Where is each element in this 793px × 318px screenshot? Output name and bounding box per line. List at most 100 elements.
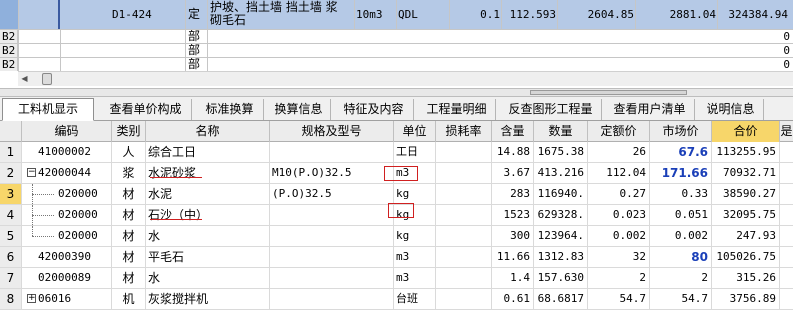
cell-total[interactable]: 38590.27 (712, 184, 780, 204)
sub-row[interactable]: B2 部 0 (0, 29, 793, 43)
cell-category[interactable]: 材 (112, 184, 146, 204)
header-content[interactable]: 含量 (492, 121, 534, 142)
cell-quantity[interactable]: 123964. (534, 226, 588, 246)
header-flag[interactable]: 是 (780, 121, 793, 142)
tab-graphic-quantity[interactable]: 反查图形工程量 (500, 99, 602, 120)
header-category[interactable]: 类别 (112, 121, 146, 142)
cell-name[interactable]: 水 (146, 268, 270, 288)
cell-unit[interactable]: 台班 (394, 289, 436, 309)
cell-quota-price[interactable]: 26 (588, 142, 650, 162)
header-quota-price[interactable]: 定额价 (588, 121, 650, 142)
cell-content[interactable]: 300 (492, 226, 534, 246)
cell-loss-rate[interactable] (436, 163, 492, 183)
cell-name[interactable]: 水 (146, 226, 270, 246)
cell-spec[interactable]: (P.O)32.5 (270, 184, 394, 204)
cell-quota-price[interactable]: 0.002 (588, 226, 650, 246)
cell-quantity[interactable]: 1312.83 (534, 247, 588, 267)
cell-market-price[interactable]: 0.051 (650, 205, 712, 225)
cell-content[interactable]: 1.4 (492, 268, 534, 288)
cell-spec[interactable]: M10(P.O)32.5 (270, 163, 394, 183)
table-row[interactable]: 3 020000 材水泥 (P.O)32.5 kg 283 116940. 0.27 0.33 3… (0, 184, 793, 205)
header-name[interactable]: 名称 (146, 121, 270, 142)
cell-quota-price[interactable]: 32 (588, 247, 650, 267)
header-total[interactable]: 合价 (712, 121, 780, 142)
cell-name[interactable]: 水泥 (146, 184, 270, 204)
cell-category[interactable]: 人 (112, 142, 146, 162)
cell-code[interactable]: 02000089 (22, 268, 112, 288)
cell-loss-rate[interactable] (436, 289, 492, 309)
scroll-left-icon[interactable]: ◀ (18, 72, 31, 86)
sub-row[interactable]: B2 部 0 (0, 57, 793, 71)
cell-unit[interactable]: kg (394, 226, 436, 246)
cell-loss-rate[interactable] (436, 184, 492, 204)
cell-total[interactable]: 70932.71 (712, 163, 780, 183)
cell-spec[interactable] (270, 205, 394, 225)
cell-total[interactable]: 315.26 (712, 268, 780, 288)
tab-user-list[interactable]: 查看用户清单 (605, 99, 695, 120)
table-row[interactable]: 1 41000002 人综合工日 工日 14.88 1675.38 26 67.6 113255… (0, 142, 793, 163)
tab-quantity-details[interactable]: 工程量明细 (418, 99, 496, 120)
cell-category[interactable]: 材 (112, 226, 146, 246)
cell-total[interactable]: 3756.89 (712, 289, 780, 309)
cell-loss-rate[interactable] (436, 142, 492, 162)
cell-quota-price[interactable]: 54.7 (588, 289, 650, 309)
cell-name[interactable]: 灰浆搅拌机 (146, 289, 270, 309)
cell-total[interactable]: 105026.75 (712, 247, 780, 267)
cell-quantity[interactable]: 157.630 (534, 268, 588, 288)
cell-loss-rate[interactable] (436, 205, 492, 225)
cell-name[interactable]: 石沙（中） (146, 205, 270, 225)
header-quantity[interactable]: 数量 (534, 121, 588, 142)
cell-quota-price[interactable]: 0.023 (588, 205, 650, 225)
cell-loss-rate[interactable] (436, 247, 492, 267)
scroll-thumb[interactable] (42, 73, 52, 85)
cell-quantity[interactable]: 629328. (534, 205, 588, 225)
cell-content[interactable]: 14.88 (492, 142, 534, 162)
cell-category[interactable]: 浆 (112, 163, 146, 183)
cell-name[interactable]: 水泥砂浆 (146, 163, 270, 183)
cell-unit[interactable]: 工日 (394, 142, 436, 162)
cell-quantity[interactable]: 413.216 (534, 163, 588, 183)
cell-total[interactable]: 247.93 (712, 226, 780, 246)
cell-category[interactable]: 机 (112, 289, 146, 309)
cell-market-price[interactable]: 0.33 (650, 184, 712, 204)
cell-market-price[interactable]: 54.7 (650, 289, 712, 309)
cell-name[interactable]: 综合工日 (146, 142, 270, 162)
tab-labor-material-machine[interactable]: 工料机显示 (2, 98, 94, 121)
cell-loss-rate[interactable] (436, 226, 492, 246)
collapse-icon[interactable]: − (27, 168, 36, 177)
sub-row[interactable]: B2 部 0 (0, 43, 793, 57)
expand-icon[interactable]: + (27, 294, 36, 303)
cell-category[interactable]: 材 (112, 205, 146, 225)
header-loss-rate[interactable]: 损耗率 (436, 121, 492, 142)
tab-standard-conversion[interactable]: 标准换算 (196, 99, 264, 120)
header-code[interactable]: 编码 (22, 121, 112, 142)
cell-market-price[interactable]: 0.002 (650, 226, 712, 246)
cell-name[interactable]: 平毛石 (146, 247, 270, 267)
cell-market-price[interactable]: 2 (650, 268, 712, 288)
cell-quantity[interactable]: 116940. (534, 184, 588, 204)
cell-quota-price[interactable]: 112.04 (588, 163, 650, 183)
cell-loss-rate[interactable] (436, 268, 492, 288)
cell-market-price[interactable]: 171.66 (650, 163, 712, 183)
horizontal-scrollbar[interactable]: ◀ (18, 71, 793, 86)
tab-conversion-info[interactable]: 换算信息 (267, 99, 331, 120)
splitter-grip[interactable] (530, 90, 687, 95)
tab-description[interactable]: 说明信息 (698, 99, 764, 120)
cell-spec[interactable] (270, 247, 394, 267)
tab-unit-price-composition[interactable]: 查看单价构成 (100, 99, 192, 120)
cell-content[interactable]: 11.66 (492, 247, 534, 267)
header-market-price[interactable]: 市场价 (650, 121, 712, 142)
cell-unit[interactable]: m3 (394, 247, 436, 267)
header-spec[interactable]: 规格及型号 (270, 121, 394, 142)
cell-market-price[interactable]: 80 (650, 247, 712, 267)
cell-quota-price[interactable]: 2 (588, 268, 650, 288)
table-row[interactable]: 7 02000089 材水 m3 1.4 157.630 2 2 315.26 (0, 268, 793, 289)
table-row[interactable]: 8 06016 机灰浆搅拌机 台班 0.61 68.6817 54.7 54.7 3756.89… (0, 289, 793, 310)
cell-spec[interactable] (270, 142, 394, 162)
cell-content[interactable]: 1523 (492, 205, 534, 225)
cell-unit[interactable]: m3 (394, 268, 436, 288)
table-row[interactable]: 5 020000 材水 kg 300 123964. 0.002 0.002 247.93 (0, 226, 793, 247)
pane-splitter[interactable] (0, 88, 793, 97)
cell-category[interactable]: 材 (112, 247, 146, 267)
cell-quantity[interactable]: 68.6817 (534, 289, 588, 309)
